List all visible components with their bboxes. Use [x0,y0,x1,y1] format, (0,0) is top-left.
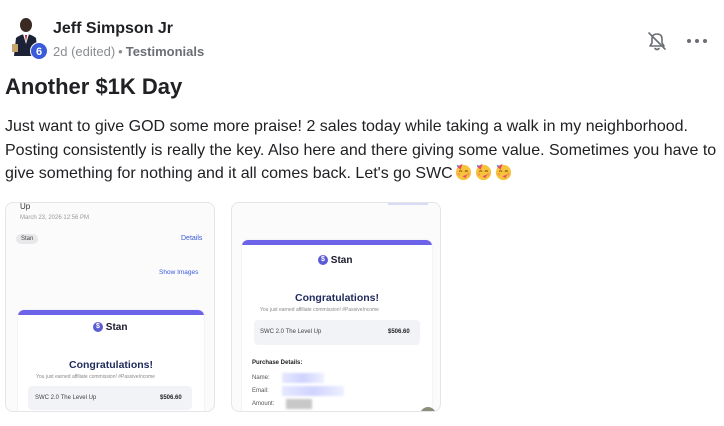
post-header: 6 Jeff Simpson Jr 2d (edited) • Testimonia… [0,0,724,70]
receipt-date: March 23, 2026 12:56 PM [20,215,90,221]
congrats-subtext: You just earned affiliate commission! #P… [36,374,155,380]
stan-logo: $ Stan [318,255,352,266]
congrats-heading: Congratulations! [295,292,379,304]
details-link: Details [181,235,203,242]
post-body-text: Just want to give GOD some more praise! … [5,118,717,182]
product-amount: $506.60 [388,329,410,335]
post-meta: 2d (edited) • Testimonials [53,44,204,59]
receipt-card: $ Stan Congratulations! You just earned … [18,310,204,411]
congrats-subtext: You just earned affiliate commission! #P… [260,307,379,313]
stan-logo-icon: $ [318,255,328,266]
product-row: SWC 2.0 The Level Up $506.60 [28,386,192,410]
receipt-tag: Stan [16,234,39,244]
receipt-top-cut [388,203,428,205]
post-title: Another $1K Day [5,74,183,99]
name-label: Name: [252,375,270,381]
author-avatar[interactable]: 6 [8,16,48,60]
attachment-image-1[interactable]: Up March 23, 2026 12:56 PM Stan Details … [5,202,215,412]
emoji-row [453,162,513,182]
amount-label: Amount: [252,401,275,407]
meta-separator: • [118,44,123,59]
post-body: Just want to give GOD some more praise! … [5,115,720,186]
receipt-accent-bar [18,310,204,315]
redacted-amount [286,399,312,409]
stan-logo-text: Stan [105,322,128,333]
show-images-link: Show Images [159,269,199,276]
author-name[interactable]: Jeff Simpson Jr [53,20,173,38]
receipt-top-cut: Up [20,202,31,211]
bell-off-icon[interactable] [646,30,668,52]
stan-logo: $ Stan [93,322,127,333]
post-time: 2d (edited) [53,44,116,59]
stan-logo-text: Stan [330,255,353,266]
redacted-name [282,373,324,383]
congrats-heading: Congratulations! [69,359,153,371]
purchase-details-heading: Purchase Details: [252,360,303,366]
level-badge: 6 [30,42,48,60]
receipt-card: $ Stan Congratulations! You just earned … [242,240,432,411]
product-row: SWC 2.0 The Level Up $506.60 [254,320,420,345]
post-category[interactable]: Testimonials [126,44,205,59]
redacted-email [282,386,344,396]
receipt-accent-bar [242,240,432,245]
product-name: SWC 2.0 The Level Up [260,329,322,335]
more-horizontal-icon[interactable] [684,30,710,52]
partying-face-emoji-icon [494,162,513,181]
product-name: SWC 2.0 The Level Up [35,395,97,401]
attachment-image-2[interactable]: $ Stan Congratulations! You just earned … [231,202,441,412]
stan-logo-icon: $ [93,322,103,333]
email-label: Email: [252,388,269,394]
product-amount: $506.60 [160,395,182,401]
partying-face-emoji-icon [454,162,473,181]
corner-avatar [420,407,436,411]
partying-face-emoji-icon [474,162,493,181]
